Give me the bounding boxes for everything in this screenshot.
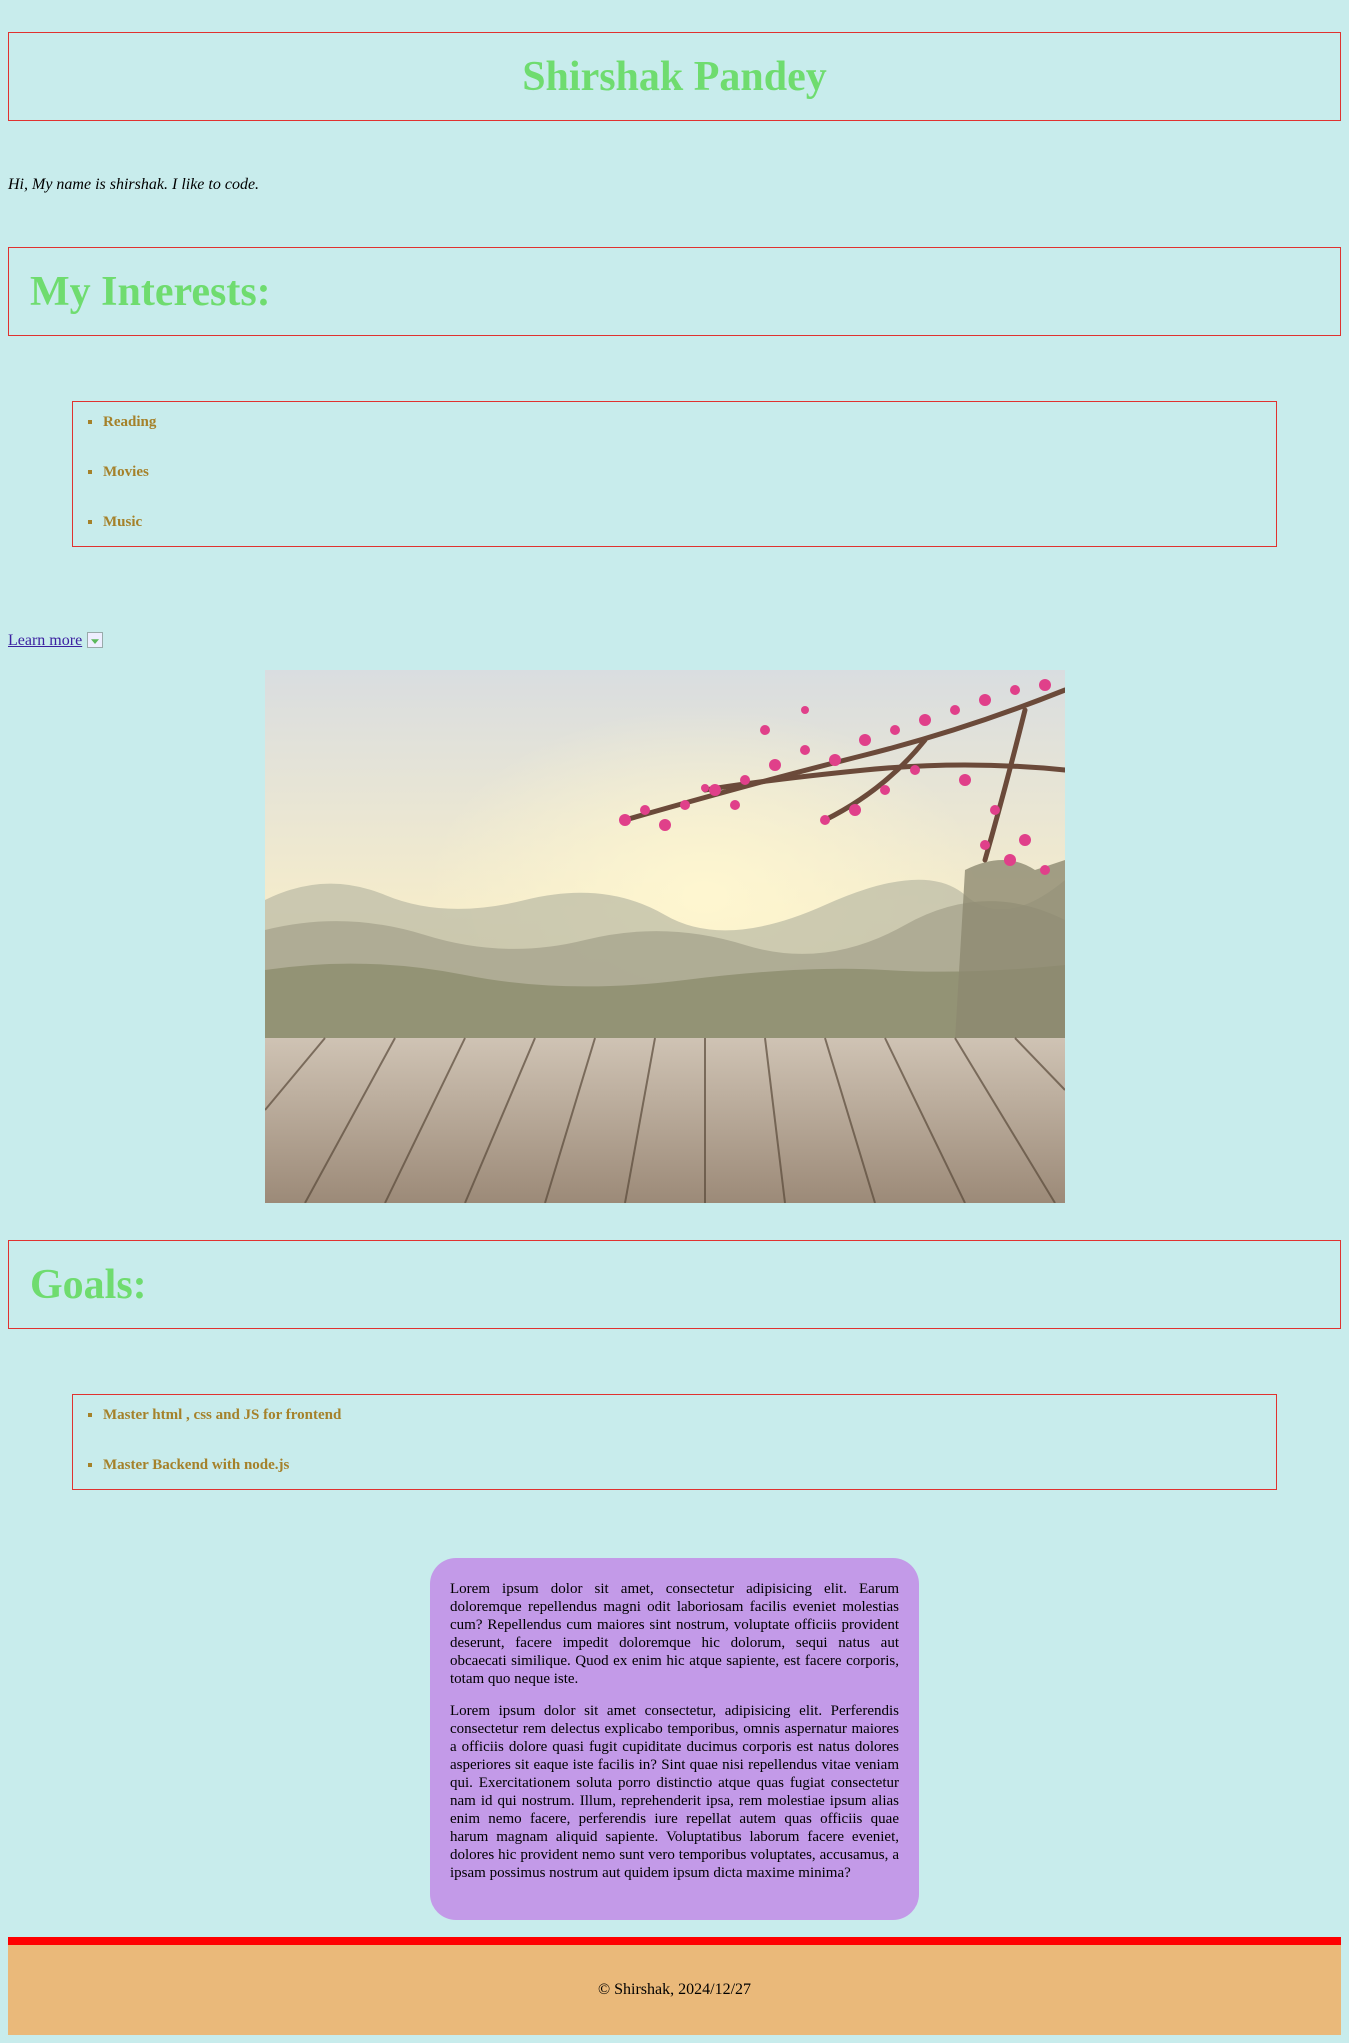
broken-image-icon[interactable]: [87, 632, 103, 648]
goals-heading: Goals:: [30, 1261, 147, 1308]
landscape-image: [265, 670, 1065, 1203]
list-item: Movies: [103, 452, 1276, 502]
about-paragraph: Lorem ipsum dolor sit amet, consectetur …: [450, 1581, 899, 1687]
learn-more-link[interactable]: Learn more: [8, 632, 82, 650]
list-item: Music: [103, 502, 1276, 546]
interests-list: Reading Movies Music: [72, 401, 1277, 547]
site-header: Shirshak Pandey: [8, 32, 1341, 121]
footer-text: © Shirshak, 2024/12/27: [597, 1981, 752, 1998]
list-item: Reading: [103, 402, 1276, 452]
page: Shirshak Pandey Hi, My name is shirshak.…: [0, 0, 1349, 2043]
site-footer: © Shirshak, 2024/12/27: [8, 1945, 1341, 2035]
intro-text: Hi, My name is shirshak. I like to code.: [8, 176, 260, 193]
interests-heading: My Interests:: [30, 268, 271, 315]
interests-heading-box: My Interests:: [8, 247, 1341, 336]
about-paragraph: Lorem ipsum dolor sit amet consectetur, …: [450, 1703, 899, 1881]
list-item: Master Backend with node.js: [103, 1445, 1276, 1489]
list-item: Master html , css and JS for frontend: [103, 1395, 1276, 1445]
about-card: Lorem ipsum dolor sit amet, consectetur …: [430, 1558, 919, 1920]
goals-heading-box: Goals:: [8, 1240, 1341, 1329]
footer-divider: [8, 1937, 1341, 1945]
goals-list: Master html , css and JS for frontend Ma…: [72, 1394, 1277, 1490]
site-title: Shirshak Pandey: [522, 53, 827, 100]
